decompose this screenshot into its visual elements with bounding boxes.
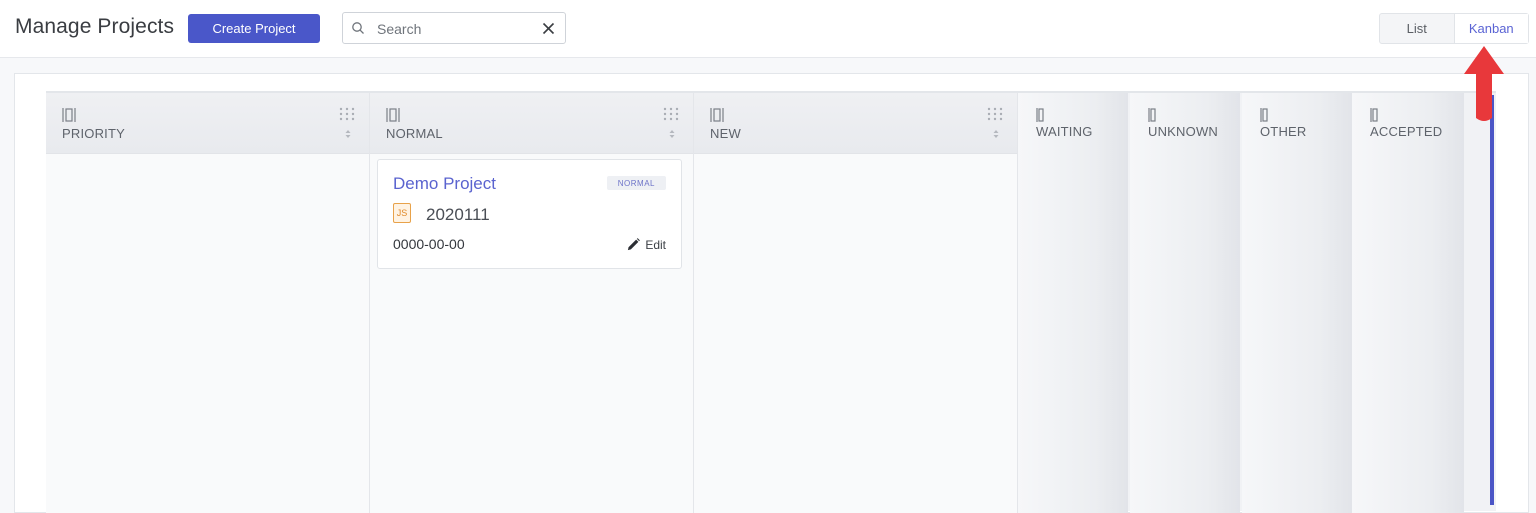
column-title: UNKNOWN [1148, 124, 1219, 139]
drag-handle-icon[interactable] [339, 107, 355, 121]
search-box[interactable] [342, 12, 566, 44]
top-bar: Manage Projects Create Project List Kanb… [0, 0, 1536, 58]
sort-icon[interactable] [668, 129, 676, 139]
column-header: NORMAL [370, 93, 693, 154]
expand-column-icon[interactable] [1260, 107, 1268, 123]
page-title: Manage Projects [15, 15, 175, 38]
create-project-button[interactable]: Create Project [188, 14, 320, 43]
project-date: 0000-00-00 [393, 236, 465, 252]
expand-column-icon[interactable] [1148, 107, 1156, 123]
collapse-column-icon[interactable] [386, 107, 400, 123]
collapsed-column-accepted[interactable]: ACCEPTED [1352, 93, 1464, 513]
horizontal-scroll-indicator[interactable] [1490, 95, 1494, 505]
column-title: ACCEPTED [1370, 124, 1443, 139]
column-title: PRIORITY [62, 126, 125, 141]
column-title: NEW [710, 126, 741, 141]
column-title: NORMAL [386, 126, 443, 141]
collapse-column-icon[interactable] [62, 107, 76, 123]
kanban-board: PRIORITY NORMAL NEW WAITING UNKNOWN OTHE… [46, 91, 1496, 513]
sort-icon[interactable] [992, 129, 1000, 139]
project-code: 2020111 [426, 205, 490, 224]
collapsed-column-unknown[interactable]: UNKNOWN [1130, 93, 1240, 513]
project-name-link[interactable]: Demo Project [393, 174, 496, 194]
close-icon[interactable] [542, 22, 555, 35]
drag-handle-icon[interactable] [663, 107, 679, 121]
drag-handle-icon[interactable] [987, 107, 1003, 121]
search-input[interactable] [377, 19, 537, 39]
column-new: NEW [694, 93, 1018, 513]
view-toggle: List Kanban [1379, 13, 1529, 44]
javascript-icon: JS [393, 203, 411, 223]
collapsed-column-waiting[interactable]: WAITING [1018, 93, 1128, 513]
edit-button[interactable]: Edit [626, 237, 666, 252]
column-title: OTHER [1260, 124, 1307, 139]
column-header: PRIORITY [46, 93, 369, 154]
search-icon [352, 22, 364, 34]
column-priority: PRIORITY [46, 93, 370, 513]
column-normal: NORMAL [370, 93, 694, 513]
column-title: WAITING [1036, 124, 1093, 139]
project-card[interactable]: Demo Project NORMAL JS 2020111 0000-00-0… [377, 159, 682, 269]
expand-column-icon[interactable] [1036, 107, 1044, 123]
view-list-tab[interactable]: List [1380, 14, 1454, 43]
pencil-icon [628, 238, 641, 251]
status-badge: NORMAL [606, 176, 666, 190]
collapsed-column-other[interactable]: OTHER [1242, 93, 1352, 513]
column-header: NEW [694, 93, 1017, 154]
edit-label: Edit [645, 237, 666, 252]
annotation-arrow-icon [1464, 46, 1504, 121]
sort-icon[interactable] [344, 129, 352, 139]
view-kanban-tab[interactable]: Kanban [1453, 14, 1528, 43]
expand-column-icon[interactable] [1370, 107, 1378, 123]
collapse-column-icon[interactable] [710, 107, 724, 123]
